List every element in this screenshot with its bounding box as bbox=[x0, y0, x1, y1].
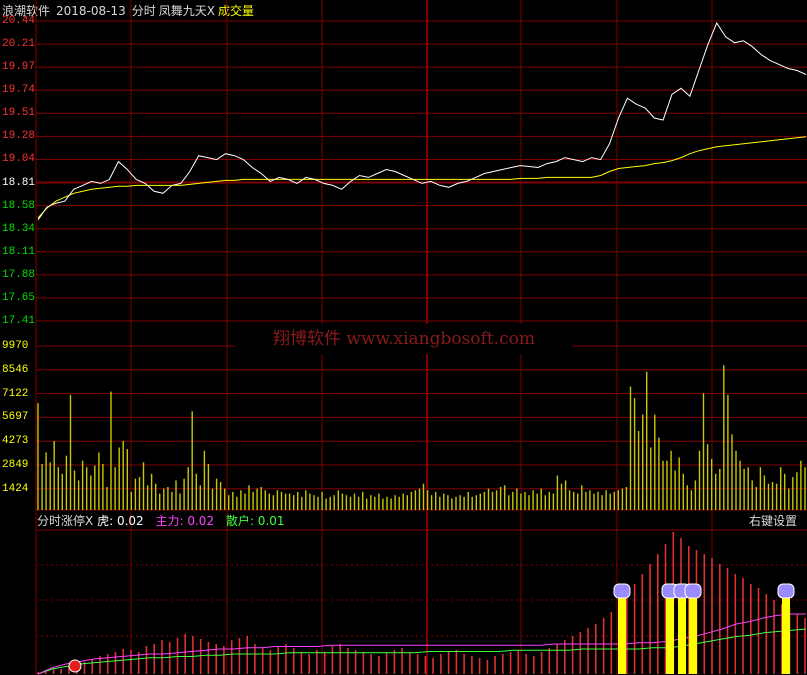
retail-value: 0.01 bbox=[257, 514, 285, 528]
watermark-text: 翔博软件 www.xiangbosoft.com bbox=[273, 329, 535, 349]
limit-up-signal-icon bbox=[777, 583, 795, 599]
limit-up-signal-bar bbox=[618, 596, 626, 674]
retail-label: 散户: bbox=[225, 514, 254, 528]
limit-up-signal-icon bbox=[684, 583, 702, 599]
tiger-label: 虎: bbox=[97, 514, 114, 528]
main-force-label: 主力: bbox=[155, 514, 184, 528]
limit-up-signal-icon bbox=[613, 583, 631, 599]
start-marker-icon bbox=[68, 659, 82, 673]
limit-up-signal-bar bbox=[678, 596, 686, 674]
main-force-value: 0.02 bbox=[187, 514, 215, 528]
limit-up-signal-bar bbox=[689, 596, 697, 674]
price-line bbox=[37, 21, 807, 221]
limit-up-signal-bar bbox=[782, 596, 790, 674]
limit-up-signal-bar bbox=[666, 596, 674, 674]
right-click-settings-button[interactable]: 右键设置 bbox=[749, 512, 797, 529]
intraday-chart[interactable]: 翔博软件 www.xiangbosoft.com bbox=[0, 0, 807, 675]
tiger-value: 0.02 bbox=[116, 514, 144, 528]
sub-panel-name: 分时涨停X bbox=[37, 514, 94, 528]
sub-panel-title: 分时涨停X 虎: 0.02 主力: 0.02 散户: 0.01 bbox=[37, 512, 285, 529]
